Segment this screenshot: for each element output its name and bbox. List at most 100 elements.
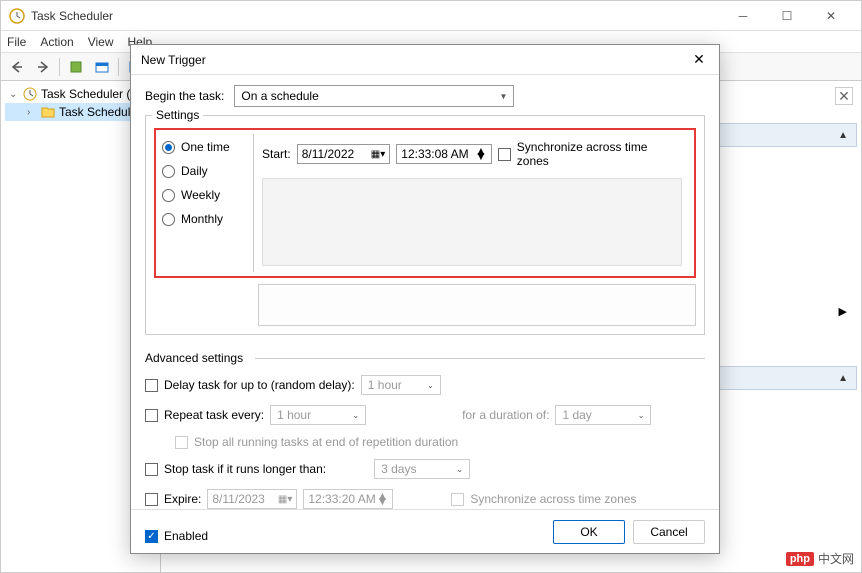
dialog-title: New Trigger <box>141 53 689 67</box>
repeat-row: Repeat task every: 1 hour ⌄ for a durati… <box>145 405 705 425</box>
start-time-value: 12:33:08 AM <box>401 147 468 161</box>
expire-date-value: 8/11/2023 <box>212 492 265 506</box>
back-button[interactable] <box>5 56 29 78</box>
expire-sync-label: Synchronize across time zones <box>470 492 636 506</box>
radio-monthly[interactable]: Monthly <box>162 212 251 226</box>
play-icon[interactable]: ▶ <box>839 305 847 318</box>
highlighted-settings-box: One time Daily Weekly Monthly <box>154 128 696 278</box>
duration-label: for a duration of: <box>462 408 549 422</box>
duration-value: 1 day <box>562 408 591 422</box>
radio-icon <box>162 165 175 178</box>
begin-task-label: Begin the task: <box>145 89 224 103</box>
stop-running-row: Stop all running tasks at end of repetit… <box>175 435 705 449</box>
stop-running-label: Stop all running tasks at end of repetit… <box>194 435 458 449</box>
repeat-checkbox[interactable] <box>145 409 158 422</box>
watermark-text: 中文网 <box>818 550 854 567</box>
delay-combo[interactable]: 1 hour ⌄ <box>361 375 441 395</box>
calendar-icon: ▦▾ <box>278 494 292 505</box>
expire-sync-checkbox <box>451 493 464 506</box>
start-row: Start: 8/11/2022 ▦▾ 12:33:08 AM ▲▼ Synch… <box>262 140 682 168</box>
menu-action[interactable]: Action <box>40 35 73 49</box>
repeat-combo[interactable]: 1 hour ⌄ <box>270 405 366 425</box>
radio-one-time[interactable]: One time <box>162 140 251 154</box>
radio-daily-label: Daily <box>181 164 208 178</box>
minimize-button[interactable]: ─ <box>721 2 765 30</box>
begin-task-combo[interactable]: On a schedule ▼ <box>234 85 514 107</box>
new-trigger-dialog: New Trigger ✕ Begin the task: On a sched… <box>130 44 720 554</box>
stop-longer-value: 3 days <box>381 462 416 476</box>
delay-label: Delay task for up to (random delay): <box>164 378 355 392</box>
start-label: Start: <box>262 147 291 161</box>
radio-daily[interactable]: Daily <box>162 164 251 178</box>
stop-longer-combo[interactable]: 3 days ⌄ <box>374 459 470 479</box>
expire-date-input[interactable]: 8/11/2023 ▦▾ <box>207 489 297 509</box>
toolbar-icon-1[interactable] <box>64 56 88 78</box>
forward-button[interactable] <box>31 56 55 78</box>
expire-time-input[interactable]: 12:33:20 AM ▲▼ <box>303 489 393 509</box>
chevron-up-icon: ▲ <box>838 373 848 384</box>
expire-row: Expire: 8/11/2023 ▦▾ 12:33:20 AM ▲▼ Sync… <box>145 489 705 509</box>
settings-fieldset: Settings One time Daily Weekly <box>145 115 705 335</box>
calendar-icon: ▦▾ <box>371 149 385 160</box>
repeat-label: Repeat task every: <box>164 408 264 422</box>
chevron-down-icon: ⌄ <box>456 465 463 474</box>
schedule-detail-panel <box>262 178 682 266</box>
schedule-radio-group: One time Daily Weekly Monthly <box>160 134 254 272</box>
delay-row: Delay task for up to (random delay): 1 h… <box>145 375 705 395</box>
cancel-button[interactable]: Cancel <box>633 520 705 544</box>
expand-icon[interactable]: › <box>27 107 37 118</box>
expire-label: Expire: <box>164 492 201 506</box>
expand-icon[interactable]: ⌄ <box>9 89 19 100</box>
radio-one-time-label: One time <box>181 140 230 154</box>
chevron-down-icon: ⌄ <box>427 381 434 390</box>
radio-icon <box>162 189 175 202</box>
radio-weekly[interactable]: Weekly <box>162 188 251 202</box>
titlebar: Task Scheduler ─ ☐ ✕ <box>1 1 861 31</box>
radio-icon <box>162 213 175 226</box>
duration-combo[interactable]: 1 day ⌄ <box>555 405 651 425</box>
expire-checkbox[interactable] <box>145 493 158 506</box>
toolbar-icon-2[interactable] <box>90 56 114 78</box>
folder-icon <box>41 105 55 119</box>
chevron-down-icon: ⌄ <box>352 411 359 420</box>
extra-settings-box <box>258 284 696 326</box>
advanced-legend: Advanced settings <box>145 351 705 365</box>
tree-root-label: Task Scheduler (L <box>41 87 137 101</box>
stop-longer-row: Stop task if it runs longer than: 3 days… <box>145 459 705 479</box>
begin-task-row: Begin the task: On a schedule ▼ <box>145 85 705 107</box>
spinner-icon: ▲▼ <box>475 149 487 159</box>
repeat-value: 1 hour <box>277 408 311 422</box>
spinner-icon: ▲▼ <box>376 494 388 504</box>
chevron-up-icon: ▲ <box>838 130 848 141</box>
stop-longer-label: Stop task if it runs longer than: <box>164 462 326 476</box>
start-date-value: 8/11/2022 <box>302 147 355 161</box>
menu-view[interactable]: View <box>88 35 114 49</box>
radio-weekly-label: Weekly <box>181 188 220 202</box>
window-controls: ─ ☐ ✕ <box>721 2 853 30</box>
ok-button[interactable]: OK <box>553 520 625 544</box>
chevron-down-icon: ▼ <box>499 92 507 101</box>
window-title: Task Scheduler <box>31 9 721 23</box>
tree-child-label: Task Schedule <box>59 105 137 119</box>
stop-running-checkbox <box>175 436 188 449</box>
sync-checkbox[interactable] <box>498 148 511 161</box>
menu-file[interactable]: File <box>7 35 26 49</box>
start-date-input[interactable]: 8/11/2022 ▦▾ <box>297 144 391 164</box>
panel-close-icon[interactable]: ✕ <box>835 87 853 105</box>
chevron-down-icon: ⌄ <box>638 411 645 420</box>
delay-checkbox[interactable] <box>145 379 158 392</box>
clock-icon <box>9 8 25 24</box>
settings-detail-column: Start: 8/11/2022 ▦▾ 12:33:08 AM ▲▼ Synch… <box>254 134 690 272</box>
dialog-body: Begin the task: On a schedule ▼ Settings… <box>131 75 719 563</box>
dialog-close-button[interactable]: ✕ <box>689 50 709 70</box>
expire-time-value: 12:33:20 AM <box>308 492 375 506</box>
begin-task-value: On a schedule <box>241 89 318 103</box>
dialog-footer: OK Cancel <box>131 509 719 553</box>
stop-longer-checkbox[interactable] <box>145 463 158 476</box>
maximize-button[interactable]: ☐ <box>765 2 809 30</box>
dialog-titlebar: New Trigger ✕ <box>131 45 719 75</box>
watermark: php 中文网 <box>786 550 854 567</box>
start-time-input[interactable]: 12:33:08 AM ▲▼ <box>396 144 492 164</box>
close-button[interactable]: ✕ <box>809 2 853 30</box>
radio-icon <box>162 141 175 154</box>
